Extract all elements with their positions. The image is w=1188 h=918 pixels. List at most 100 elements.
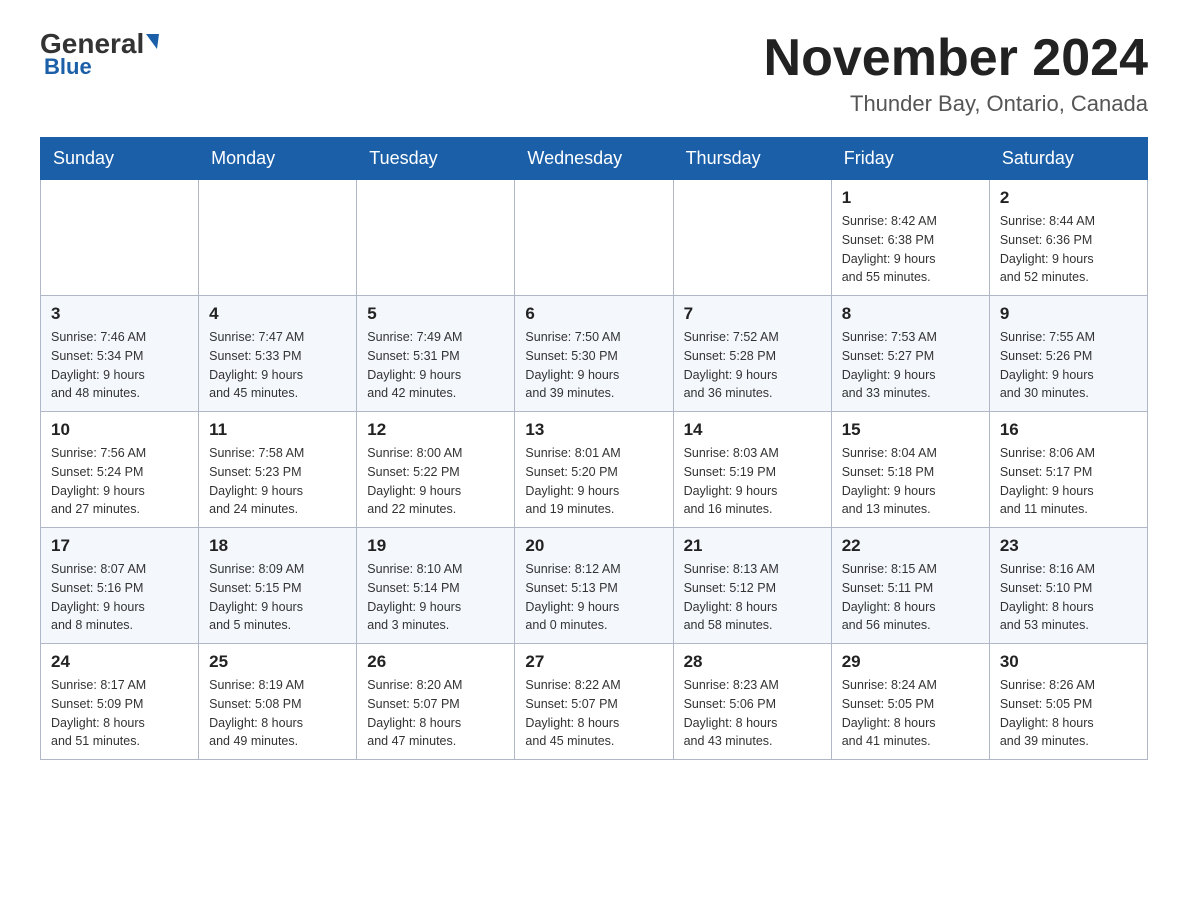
calendar-cell: 8Sunrise: 7:53 AM Sunset: 5:27 PM Daylig… [831,296,989,412]
day-info: Sunrise: 7:47 AM Sunset: 5:33 PM Dayligh… [209,328,346,403]
day-info: Sunrise: 8:13 AM Sunset: 5:12 PM Dayligh… [684,560,821,635]
day-number: 10 [51,420,188,440]
day-info: Sunrise: 7:55 AM Sunset: 5:26 PM Dayligh… [1000,328,1137,403]
day-number: 25 [209,652,346,672]
calendar-header-saturday: Saturday [989,138,1147,180]
calendar-cell: 30Sunrise: 8:26 AM Sunset: 5:05 PM Dayli… [989,644,1147,760]
day-number: 9 [1000,304,1137,324]
calendar-cell: 25 Sunrise: 8:19 AM Sunset: 5:08 PM Dayli… [199,644,357,760]
day-number: 21 [684,536,821,556]
day-number: 23 [1000,536,1137,556]
calendar-cell: 1 Sunrise: 8:42 AM Sunset: 6:38 PM Daylig… [831,180,989,296]
day-number: 15 [842,420,979,440]
calendar-week-row: 1 Sunrise: 8:42 AM Sunset: 6:38 PM Daylig… [41,180,1148,296]
day-info: Sunrise: 7:56 AM Sunset: 5:24 PM Dayligh… [51,444,188,519]
day-number: 7 [684,304,821,324]
location-title: Thunder Bay, Ontario, Canada [764,91,1148,117]
day-number: 28 [684,652,821,672]
calendar-cell [515,180,673,296]
day-info: Sunrise: 8:20 AM Sunset: 5:07 PM Dayligh… [367,676,504,751]
day-info: Sunrise: 7:49 AM Sunset: 5:31 PM Dayligh… [367,328,504,403]
calendar-cell: 6 Sunrise: 7:50 AM Sunset: 5:30 PM Daylig… [515,296,673,412]
calendar-cell [357,180,515,296]
calendar-cell [673,180,831,296]
calendar-cell: 10 Sunrise: 7:56 AM Sunset: 5:24 PM Dayli… [41,412,199,528]
calendar-cell: 22 Sunrise: 8:15 AM Sunset: 5:11 PM Dayli… [831,528,989,644]
day-info: Sunrise: 8:06 AM Sunset: 5:17 PM Dayligh… [1000,444,1137,519]
calendar-cell: 13 Sunrise: 8:01 AM Sunset: 5:20 PM Dayli… [515,412,673,528]
calendar-header-wednesday: Wednesday [515,138,673,180]
logo-blue: Blue [40,54,92,80]
day-number: 24 [51,652,188,672]
day-number: 3 [51,304,188,324]
calendar-cell: 16Sunrise: 8:06 AM Sunset: 5:17 PM Dayli… [989,412,1147,528]
day-number: 22 [842,536,979,556]
calendar-cell: 2Sunrise: 8:44 AM Sunset: 6:36 PM Daylig… [989,180,1147,296]
day-number: 26 [367,652,504,672]
day-info: Sunrise: 8:04 AM Sunset: 5:18 PM Dayligh… [842,444,979,519]
day-number: 11 [209,420,346,440]
calendar-cell: 23 Sunrise: 8:16 AM Sunset: 5:10 PM Dayli… [989,528,1147,644]
calendar-cell: 9 Sunrise: 7:55 AM Sunset: 5:26 PM Daylig… [989,296,1147,412]
day-info: Sunrise: 8:10 AM Sunset: 5:14 PM Dayligh… [367,560,504,635]
day-info: Sunrise: 8:00 AM Sunset: 5:22 PM Dayligh… [367,444,504,519]
calendar-week-row: 3Sunrise: 7:46 AM Sunset: 5:34 PM Daylig… [41,296,1148,412]
calendar-table: SundayMondayTuesdayWednesdayThursdayFrid… [40,137,1148,760]
day-info: Sunrise: 8:09 AM Sunset: 5:15 PM Dayligh… [209,560,346,635]
calendar-cell: 19 Sunrise: 8:10 AM Sunset: 5:14 PM Dayli… [357,528,515,644]
calendar-cell: 7Sunrise: 7:52 AM Sunset: 5:28 PM Daylig… [673,296,831,412]
calendar-cell: 5 Sunrise: 7:49 AM Sunset: 5:31 PM Daylig… [357,296,515,412]
calendar-cell: 29Sunrise: 8:24 AM Sunset: 5:05 PM Dayli… [831,644,989,760]
calendar-cell: 12 Sunrise: 8:00 AM Sunset: 5:22 PM Dayli… [357,412,515,528]
day-info: Sunrise: 8:12 AM Sunset: 5:13 PM Dayligh… [525,560,662,635]
day-info: Sunrise: 8:42 AM Sunset: 6:38 PM Dayligh… [842,212,979,287]
calendar-cell: 4Sunrise: 7:47 AM Sunset: 5:33 PM Daylig… [199,296,357,412]
day-info: Sunrise: 8:17 AM Sunset: 5:09 PM Dayligh… [51,676,188,751]
calendar-cell: 24 Sunrise: 8:17 AM Sunset: 5:09 PM Dayli… [41,644,199,760]
day-number: 17 [51,536,188,556]
day-info: Sunrise: 7:58 AM Sunset: 5:23 PM Dayligh… [209,444,346,519]
calendar-cell: 28 Sunrise: 8:23 AM Sunset: 5:06 PM Dayli… [673,644,831,760]
calendar-header-monday: Monday [199,138,357,180]
day-info: Sunrise: 7:50 AM Sunset: 5:30 PM Dayligh… [525,328,662,403]
calendar-cell [199,180,357,296]
title-block: November 2024 Thunder Bay, Ontario, Cana… [764,30,1148,117]
day-number: 14 [684,420,821,440]
calendar-header-tuesday: Tuesday [357,138,515,180]
day-number: 13 [525,420,662,440]
day-number: 12 [367,420,504,440]
calendar-cell: 21 Sunrise: 8:13 AM Sunset: 5:12 PM Dayli… [673,528,831,644]
calendar-header-thursday: Thursday [673,138,831,180]
day-info: Sunrise: 8:07 AM Sunset: 5:16 PM Dayligh… [51,560,188,635]
calendar-week-row: 17 Sunrise: 8:07 AM Sunset: 5:16 PM Dayli… [41,528,1148,644]
calendar-cell: 26 Sunrise: 8:20 AM Sunset: 5:07 PM Dayli… [357,644,515,760]
day-info: Sunrise: 8:24 AM Sunset: 5:05 PM Dayligh… [842,676,979,751]
calendar-cell: 17 Sunrise: 8:07 AM Sunset: 5:16 PM Dayli… [41,528,199,644]
calendar-cell: 15 Sunrise: 8:04 AM Sunset: 5:18 PM Dayli… [831,412,989,528]
day-number: 19 [367,536,504,556]
logo: General Blue [40,30,159,80]
day-info: Sunrise: 8:19 AM Sunset: 5:08 PM Dayligh… [209,676,346,751]
day-number: 30 [1000,652,1137,672]
calendar-cell: 27 Sunrise: 8:22 AM Sunset: 5:07 PM Dayli… [515,644,673,760]
day-info: Sunrise: 8:15 AM Sunset: 5:11 PM Dayligh… [842,560,979,635]
calendar-cell [41,180,199,296]
calendar-cell: 14Sunrise: 8:03 AM Sunset: 5:19 PM Dayli… [673,412,831,528]
calendar-cell: 11 Sunrise: 7:58 AM Sunset: 5:23 PM Dayli… [199,412,357,528]
day-info: Sunrise: 8:16 AM Sunset: 5:10 PM Dayligh… [1000,560,1137,635]
calendar-week-row: 10 Sunrise: 7:56 AM Sunset: 5:24 PM Dayli… [41,412,1148,528]
day-info: Sunrise: 8:23 AM Sunset: 5:06 PM Dayligh… [684,676,821,751]
day-number: 18 [209,536,346,556]
page-header: General Blue November 2024 Thunder Bay, … [40,30,1148,117]
day-number: 6 [525,304,662,324]
day-info: Sunrise: 8:01 AM Sunset: 5:20 PM Dayligh… [525,444,662,519]
day-number: 5 [367,304,504,324]
day-number: 27 [525,652,662,672]
calendar-week-row: 24 Sunrise: 8:17 AM Sunset: 5:09 PM Dayli… [41,644,1148,760]
calendar-header-sunday: Sunday [41,138,199,180]
day-number: 1 [842,188,979,208]
calendar-header-friday: Friday [831,138,989,180]
day-info: Sunrise: 8:22 AM Sunset: 5:07 PM Dayligh… [525,676,662,751]
day-info: Sunrise: 8:44 AM Sunset: 6:36 PM Dayligh… [1000,212,1137,287]
calendar-header-row: SundayMondayTuesdayWednesdayThursdayFrid… [41,138,1148,180]
